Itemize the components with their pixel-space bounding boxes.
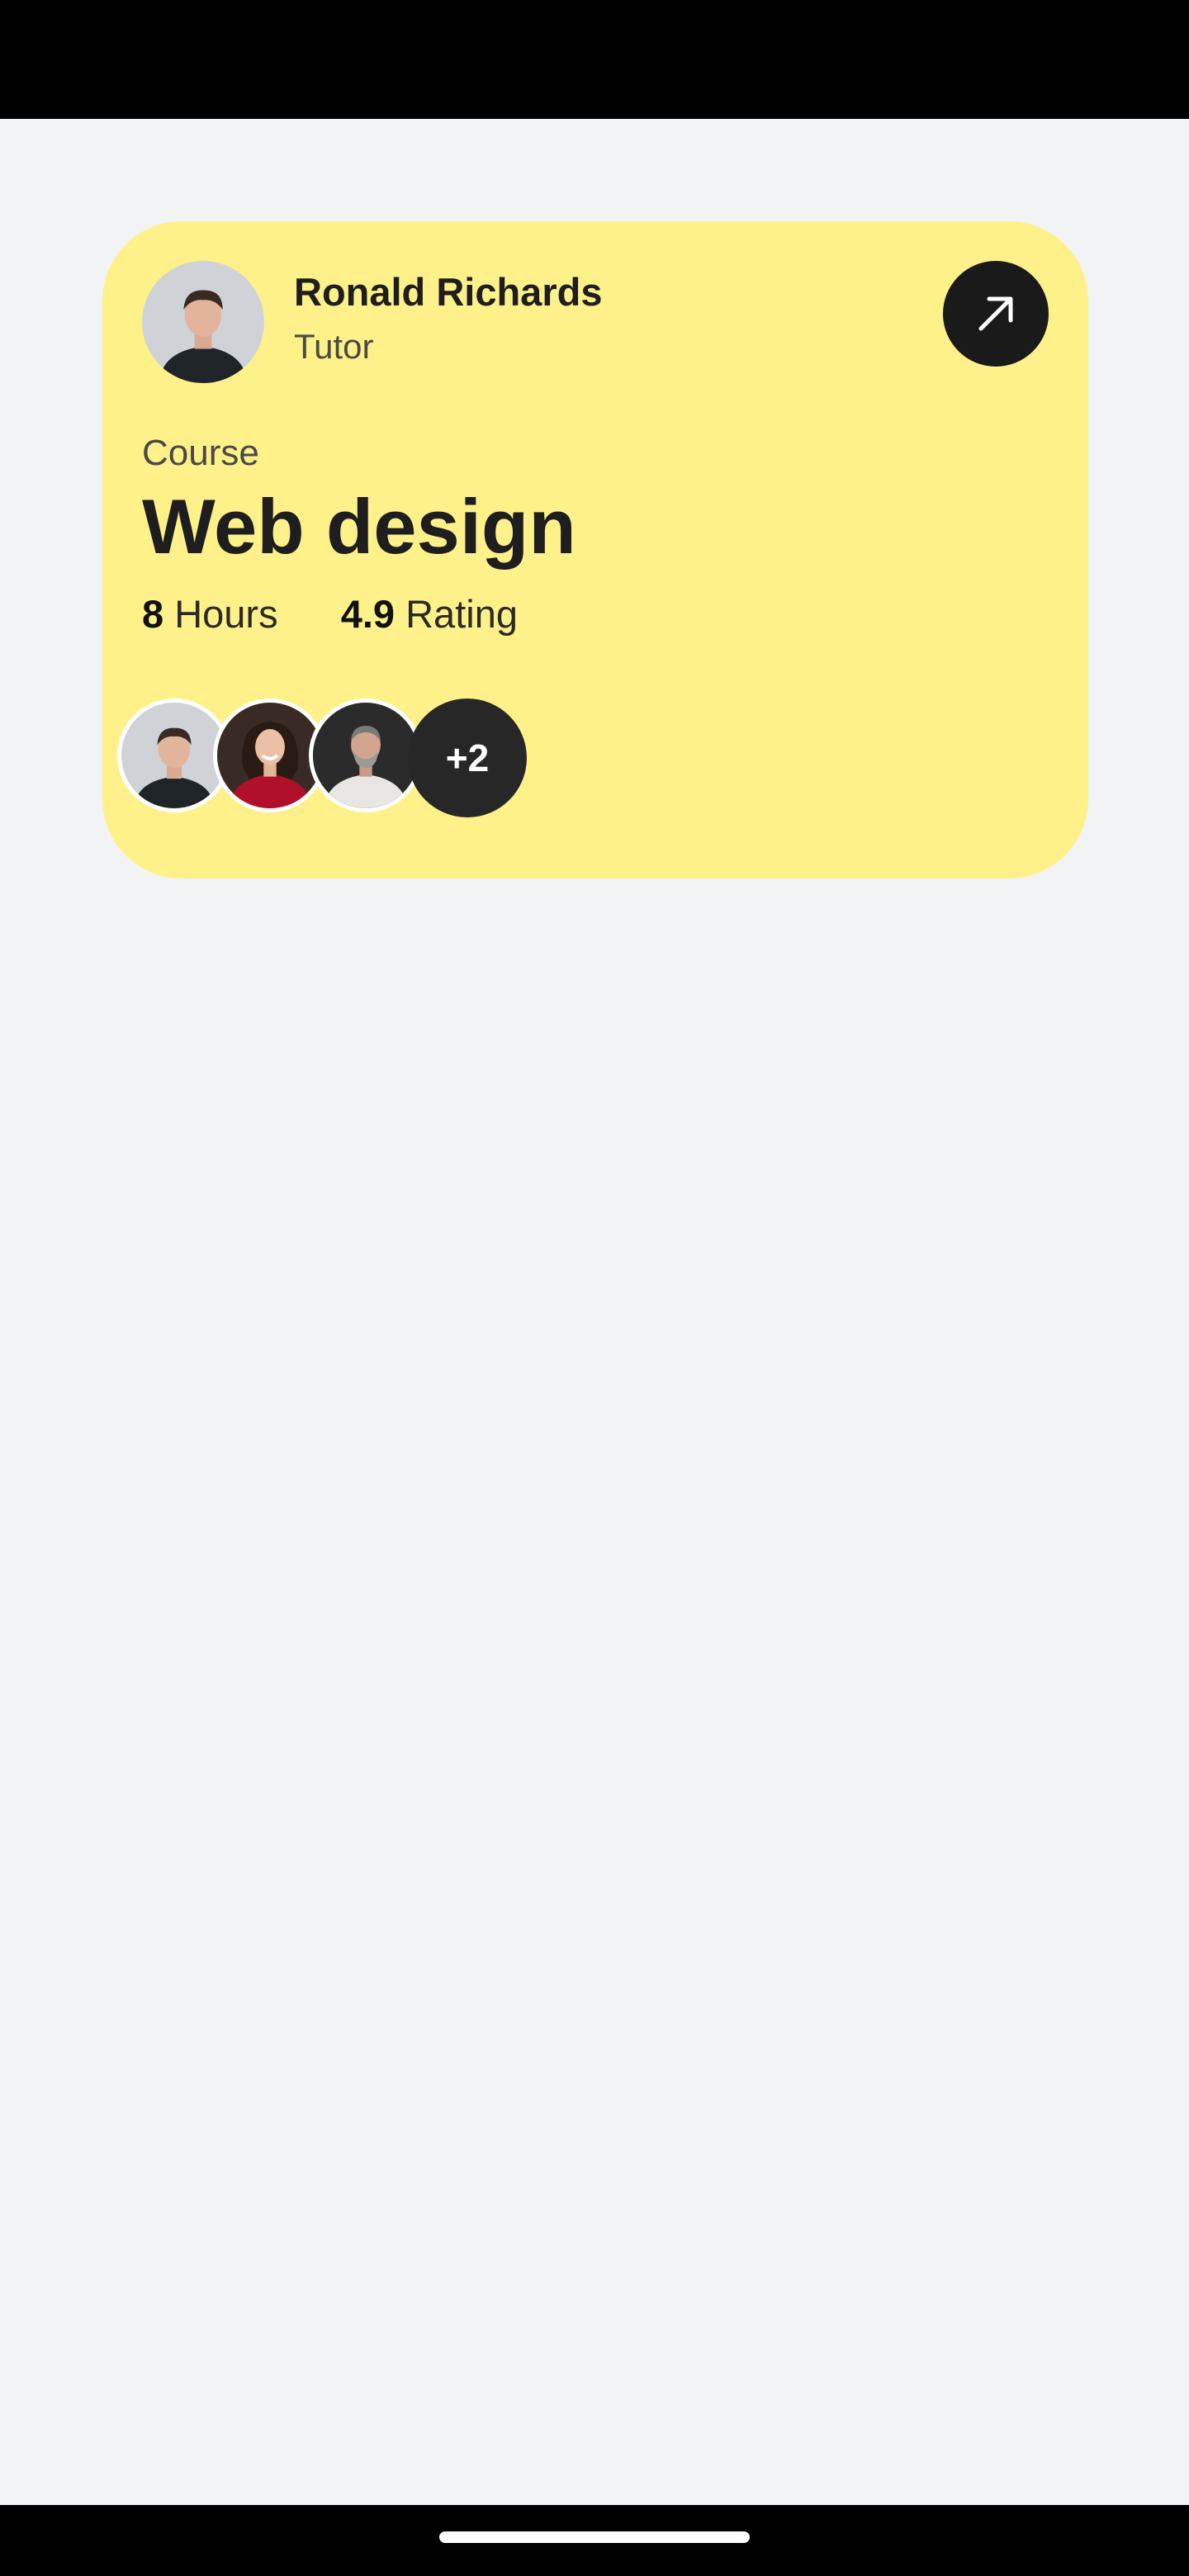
course-stats: 8 Hours 4.9 Rating [142,591,518,637]
rating-value: 4.9 [340,592,396,636]
course-title: Web design [142,483,576,570]
more-students-badge: +2 [408,698,527,817]
home-indicator[interactable] [439,2531,750,2543]
student-avatar [309,698,423,812]
tutor-avatar [142,261,264,383]
rating-label: Rating [405,592,518,636]
hours-label: Hours [174,592,278,636]
course-label: Course [142,433,259,473]
tutor-role: Tutor [294,327,374,366]
open-course-button[interactable] [943,261,1049,367]
hours-value: 8 [142,592,164,636]
status-bar [0,0,1189,119]
course-card[interactable]: Ronald Richards Tutor Course Web design … [102,221,1088,878]
tutor-name: Ronald Richards [294,270,603,314]
arrow-up-right-icon [978,296,1013,331]
